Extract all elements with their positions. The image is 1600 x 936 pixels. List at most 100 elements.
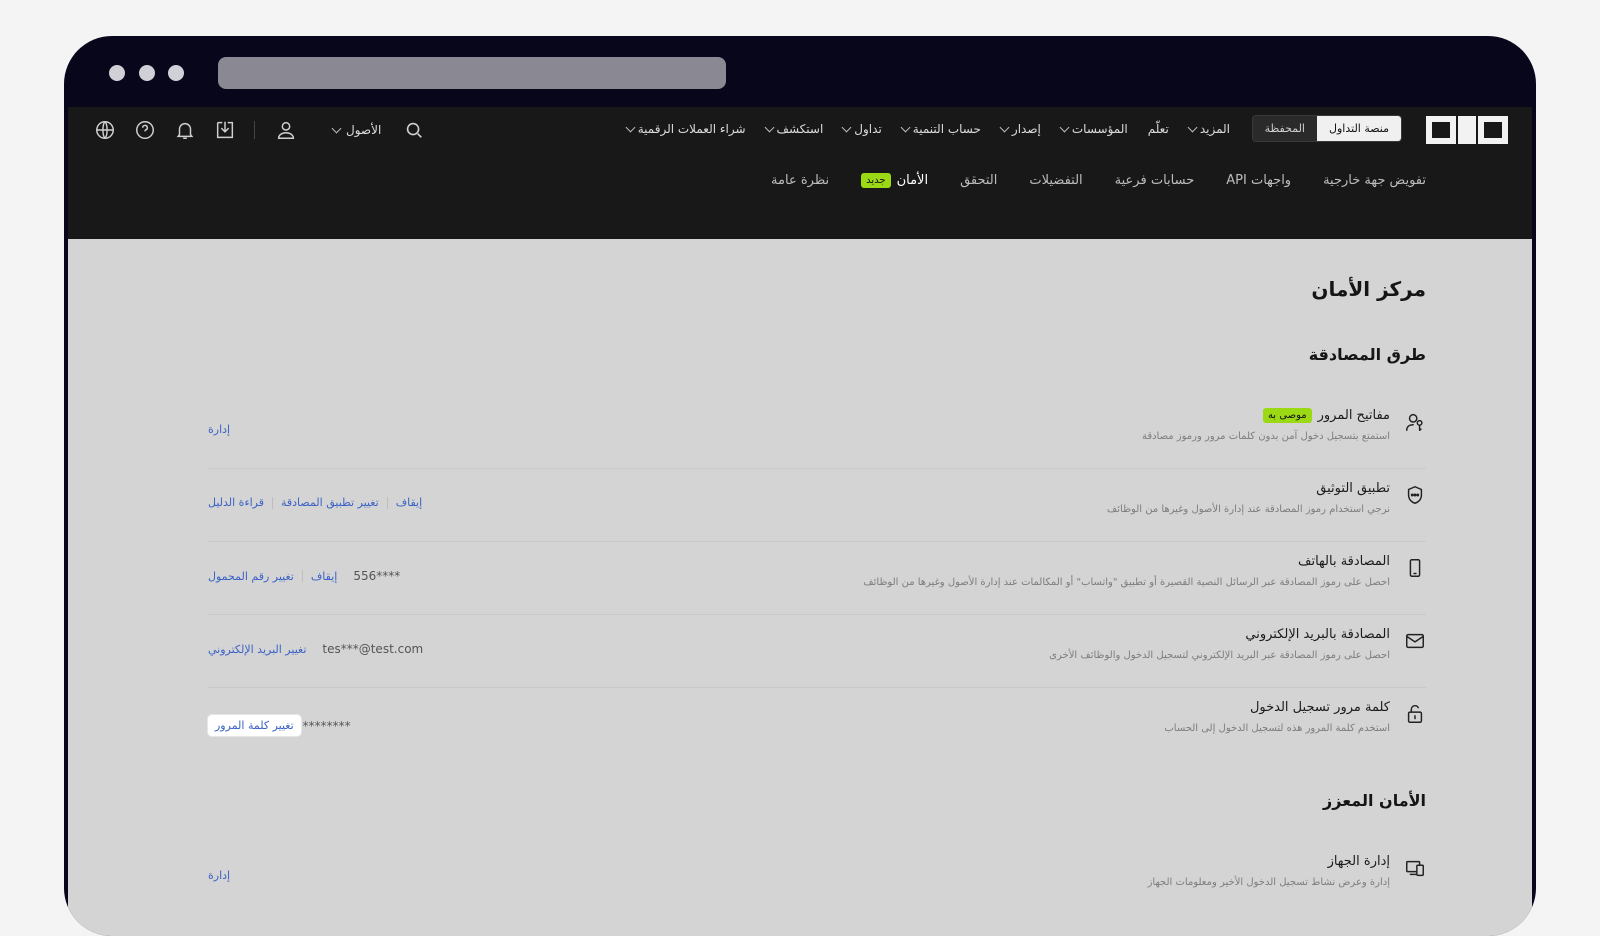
new-badge: جديد bbox=[861, 173, 891, 188]
action-link[interactable]: تغيير تطبيق المصادقة bbox=[281, 496, 379, 509]
nav-menu-label: استكشف bbox=[776, 122, 824, 136]
window-dot-minimize[interactable] bbox=[139, 65, 155, 81]
auth-methods-heading: طرق المصادقة bbox=[1308, 345, 1426, 364]
window-dot-close[interactable] bbox=[109, 65, 125, 81]
subnav-tab-label: حسابات فرعية bbox=[1114, 173, 1195, 188]
passkey-icon bbox=[1404, 411, 1426, 433]
method-title: المصادقة بالهاتف bbox=[1298, 554, 1390, 569]
chevron-down-icon bbox=[1059, 122, 1070, 132]
method-actions: تغيير رقم المحمول إيقاف 556**** bbox=[208, 569, 400, 583]
action-link[interactable]: قراءة الدليل bbox=[208, 496, 264, 509]
subnav-tab[interactable]: الأمان جديد bbox=[861, 173, 928, 188]
action-divider bbox=[272, 496, 273, 509]
nav-menu-item[interactable]: المؤسسات bbox=[1059, 122, 1128, 136]
subnav-tab[interactable]: حسابات فرعية bbox=[1115, 173, 1195, 188]
search-icon[interactable] bbox=[403, 119, 425, 141]
exchange-mode-button[interactable]: منصة التداول bbox=[1316, 116, 1401, 141]
subnav-tab-label: تفويض جهة خارجية bbox=[1323, 173, 1426, 188]
method-title-text: المصادقة بالبريد الإلكتروني bbox=[1245, 627, 1390, 642]
action-link[interactable]: إدارة bbox=[208, 423, 230, 436]
action-link[interactable]: تغيير رقم المحمول bbox=[208, 570, 294, 583]
account-subnav: نظرة عامة الأمان جديد التحقق التفضيلات حسابات… bbox=[771, 173, 1426, 188]
method-title-text: تطبيق التوثيق bbox=[1316, 481, 1390, 496]
action-link[interactable]: إيقاف bbox=[311, 570, 337, 583]
email-icon bbox=[1404, 630, 1426, 652]
subnav-tab[interactable]: التفضيلات bbox=[1029, 173, 1082, 188]
nav-menu-item[interactable]: استكشف bbox=[764, 122, 824, 136]
advanced-security-heading: الأمان المعزز bbox=[1323, 791, 1426, 810]
subnav-tab-label: واجهات API bbox=[1226, 173, 1292, 188]
download-icon[interactable] bbox=[214, 119, 236, 141]
nav-menu-label: إصدار bbox=[1011, 122, 1041, 136]
lock-icon bbox=[1404, 703, 1426, 725]
security-method-row: كلمة مرور تسجيل الدخول استخدم كلمة المرور… bbox=[208, 687, 1426, 760]
main-menu: شراء العملات الرقمية استكشف تداول حساب التن… bbox=[625, 122, 1230, 136]
security-method-row: المصادقة بالبريد الإلكتروني احصل على رموز… bbox=[208, 614, 1426, 688]
method-actions: تغيير البريد الإلكتروني tes***@test.com bbox=[208, 642, 423, 656]
divider bbox=[254, 121, 255, 139]
nav-menu-label: المزيد bbox=[1199, 122, 1230, 136]
app-screen: المحفظة منصة التداول شراء العملات الرقمي… bbox=[68, 107, 1532, 936]
chevron-down-icon bbox=[764, 122, 774, 132]
globe-icon[interactable] bbox=[94, 119, 116, 141]
method-description: استمتع بتسجيل دخول آمن بدون كلمات مرور و… bbox=[1141, 431, 1390, 442]
nav-menu-label: تعلّم bbox=[1147, 122, 1169, 136]
nav-menu-item[interactable]: تعلّم bbox=[1148, 122, 1169, 136]
method-title: المصادقة بالبريد الإلكتروني bbox=[1245, 627, 1390, 642]
nav-menu-item[interactable]: حساب التنمية bbox=[900, 122, 981, 136]
method-description: احصل على رموز المصادقة عبر البريد الإلكت… bbox=[1049, 650, 1390, 661]
okx-logo[interactable] bbox=[1426, 116, 1508, 144]
method-actions: قراءة الدليل تغيير تطبيق المصادقة إيقاف bbox=[208, 496, 422, 509]
browser-titlebar bbox=[64, 36, 1536, 107]
window-dot-maximize[interactable] bbox=[168, 65, 184, 81]
nav-menu-item[interactable]: المزيد bbox=[1187, 122, 1230, 136]
user-icon[interactable] bbox=[275, 119, 297, 141]
address-bar[interactable] bbox=[218, 57, 726, 89]
action-link[interactable]: إيقاف bbox=[396, 496, 422, 509]
method-description: استخدم كلمة المرور هذه لتسجيل الدخول إلى… bbox=[1164, 723, 1390, 734]
main-nav-row: المحفظة منصة التداول شراء العملات الرقمي… bbox=[68, 107, 1532, 155]
wallet-mode-button[interactable]: المحفظة bbox=[1252, 116, 1317, 141]
chevron-down-icon bbox=[841, 122, 852, 132]
page-title: مركز الأمان bbox=[1311, 277, 1426, 301]
security-method-row: تطبيق التوثيق نرجي استخدام رموز المصادقة … bbox=[208, 468, 1426, 542]
nav-menu-label: حساب التنمية bbox=[912, 122, 981, 136]
method-title: إدارة الجهاز bbox=[1328, 854, 1390, 869]
subnav-tab[interactable]: التحقق bbox=[960, 173, 997, 188]
nav-menu-label: تداول bbox=[854, 122, 882, 136]
nav-menu-item[interactable]: تداول bbox=[841, 122, 882, 136]
method-value: tes***@test.com bbox=[322, 642, 424, 656]
device-icon bbox=[1404, 857, 1426, 879]
action-link[interactable]: إدارة bbox=[208, 869, 230, 882]
method-title: كلمة مرور تسجيل الدخول bbox=[1250, 700, 1390, 715]
bell-icon[interactable] bbox=[174, 119, 196, 141]
method-title: مفاتيح المرور موصى به bbox=[1262, 408, 1390, 423]
method-title-text: مفاتيح المرور bbox=[1317, 408, 1390, 423]
assets-menu[interactable]: الأصول bbox=[331, 123, 381, 137]
method-actions: تغيير كلمة المرور ******** bbox=[208, 715, 351, 736]
subnav-tab[interactable]: نظرة عامة bbox=[771, 173, 829, 188]
logo-block bbox=[1426, 116, 1456, 144]
chevron-down-icon bbox=[900, 122, 911, 132]
subnav-tab-label: التحقق bbox=[960, 173, 998, 188]
action-link[interactable]: تغيير كلمة المرور bbox=[208, 715, 301, 736]
top-navigation: المحفظة منصة التداول شراء العملات الرقمي… bbox=[68, 107, 1532, 239]
method-value: 556**** bbox=[353, 569, 401, 583]
logo-block bbox=[1478, 116, 1508, 144]
chevron-down-icon bbox=[1187, 122, 1198, 132]
device-frame: المحفظة منصة التداول شراء العملات الرقمي… bbox=[64, 36, 1536, 936]
help-icon[interactable] bbox=[134, 119, 156, 141]
action-link[interactable]: تغيير البريد الإلكتروني bbox=[208, 643, 306, 656]
method-title: تطبيق التوثيق bbox=[1316, 481, 1390, 496]
nav-menu-label: المؤسسات bbox=[1071, 122, 1128, 136]
subnav-tab-label: التفضيلات bbox=[1029, 173, 1083, 188]
method-description: نرجي استخدام رموز المصادقة عند إدارة الأ… bbox=[1106, 504, 1390, 515]
method-title-text: كلمة مرور تسجيل الدخول bbox=[1249, 700, 1390, 715]
method-description: احصل على رموز المصادقة عبر الرسائل النصي… bbox=[863, 577, 1390, 588]
subnav-tab[interactable]: تفويض جهة خارجية bbox=[1323, 173, 1426, 188]
security-method-row: مفاتيح المرور موصى به استمتع بتسجيل دخول آ… bbox=[208, 395, 1426, 469]
subnav-tab[interactable]: واجهات API bbox=[1226, 173, 1291, 188]
nav-menu-item[interactable]: إصدار bbox=[999, 122, 1041, 136]
security-center: مركز الأمان طرق المصادقة مفاتيح المرور مو… bbox=[68, 239, 1532, 936]
nav-menu-item[interactable]: شراء العملات الرقمية bbox=[625, 122, 746, 136]
